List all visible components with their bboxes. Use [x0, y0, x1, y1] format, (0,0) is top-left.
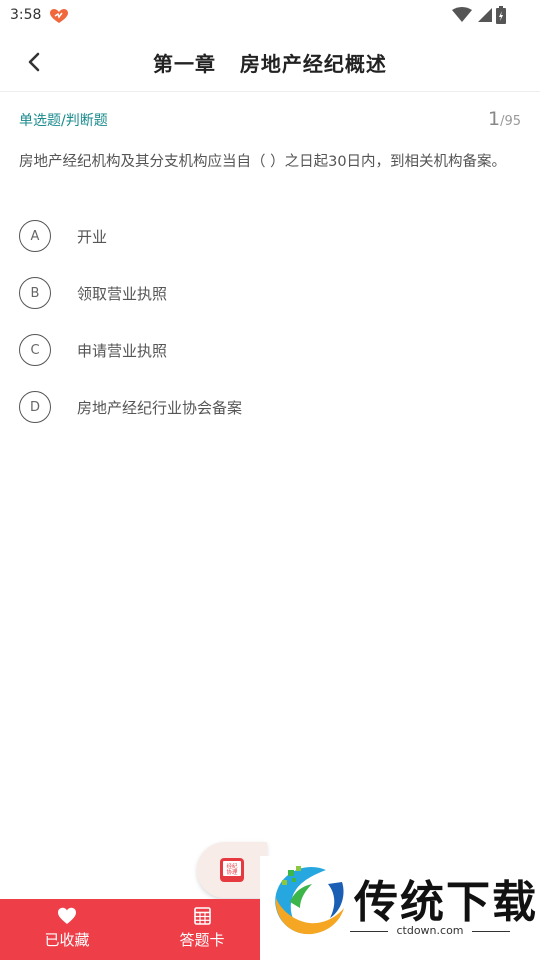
watermark-name: 传统下载 [354, 877, 538, 928]
course-badge-button[interactable]: 经纪 协理 [197, 842, 267, 898]
option-letter-circle: B [19, 277, 51, 309]
question-current: 1 [487, 108, 501, 130]
answer-card-label: 答题卡 [179, 931, 225, 949]
option-text: 申请营业执照 [77, 341, 168, 360]
question-stem: 房地产经纪机构及其分支机构应当自（ ）之日起30日内，到相关机构备案。 [19, 154, 507, 170]
app-header: 第一章 房地产经纪概述 [0, 32, 540, 92]
favorite-label: 已收藏 [44, 931, 90, 949]
page-title: 第一章 房地产经纪概述 [153, 52, 387, 76]
option-text: 开业 [77, 227, 108, 246]
watermark-logo-icon [275, 866, 344, 935]
signal-icon [476, 7, 492, 27]
watermark: 传统下载 ctdown.com [260, 856, 540, 960]
calendar-grid-icon [193, 907, 211, 925]
favorite-button[interactable]: 已收藏 [2, 899, 132, 960]
option-letter-circle: D [19, 391, 51, 423]
option-a[interactable]: A 开业 [19, 220, 519, 252]
book-badge-icon: 经纪 协理 [220, 858, 244, 882]
option-d[interactable]: D 房地产经纪行业协会备案 [19, 391, 519, 423]
app-notification-icon [49, 9, 69, 28]
option-letter-circle: A [19, 220, 51, 252]
option-c[interactable]: C 申请营业执照 [19, 334, 519, 366]
status-bar: 3:58 [0, 0, 540, 32]
option-letter-circle: C [19, 334, 51, 366]
heart-icon [58, 907, 76, 924]
badge-text-line1: 经纪 [226, 862, 238, 870]
question-type-label: 单选题/判断题 [19, 113, 108, 129]
battery-icon [496, 6, 506, 28]
question-counter: 1/95 [488, 108, 521, 130]
option-text: 房地产经纪行业协会备案 [77, 398, 243, 417]
bottom-action-bar: 已收藏 答题卡 [0, 899, 260, 960]
option-text: 领取营业执照 [77, 284, 168, 303]
status-time: 3:58 [10, 7, 42, 23]
status-icons [452, 6, 506, 28]
badge-text-line2: 协理 [226, 868, 238, 876]
watermark-url: ctdown.com [350, 924, 510, 937]
question-total: /95 [500, 114, 521, 129]
wifi-icon [452, 7, 472, 27]
option-b[interactable]: B 领取营业执照 [19, 277, 519, 309]
answer-card-button[interactable]: 答题卡 [137, 899, 267, 960]
